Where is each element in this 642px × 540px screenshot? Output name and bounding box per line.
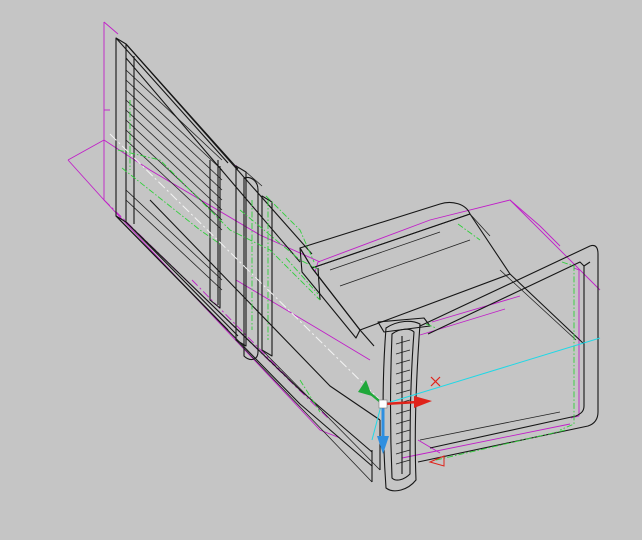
x-axis-arrowhead-icon[interactable] — [414, 396, 432, 408]
x-cross-marker-icon — [430, 376, 441, 387]
construction-lines — [67, 21, 601, 459]
z-axis-arrowhead-icon[interactable] — [377, 436, 389, 454]
wireframe-model — [115, 37, 599, 492]
wireframe-canvas[interactable] — [0, 0, 642, 540]
move-gizmo-icon[interactable] — [358, 380, 432, 454]
y-axis-arrowhead-icon[interactable] — [358, 380, 372, 396]
3d-wireframe-viewport[interactable] — [0, 0, 642, 540]
gizmo-origin-icon[interactable] — [378, 399, 388, 409]
